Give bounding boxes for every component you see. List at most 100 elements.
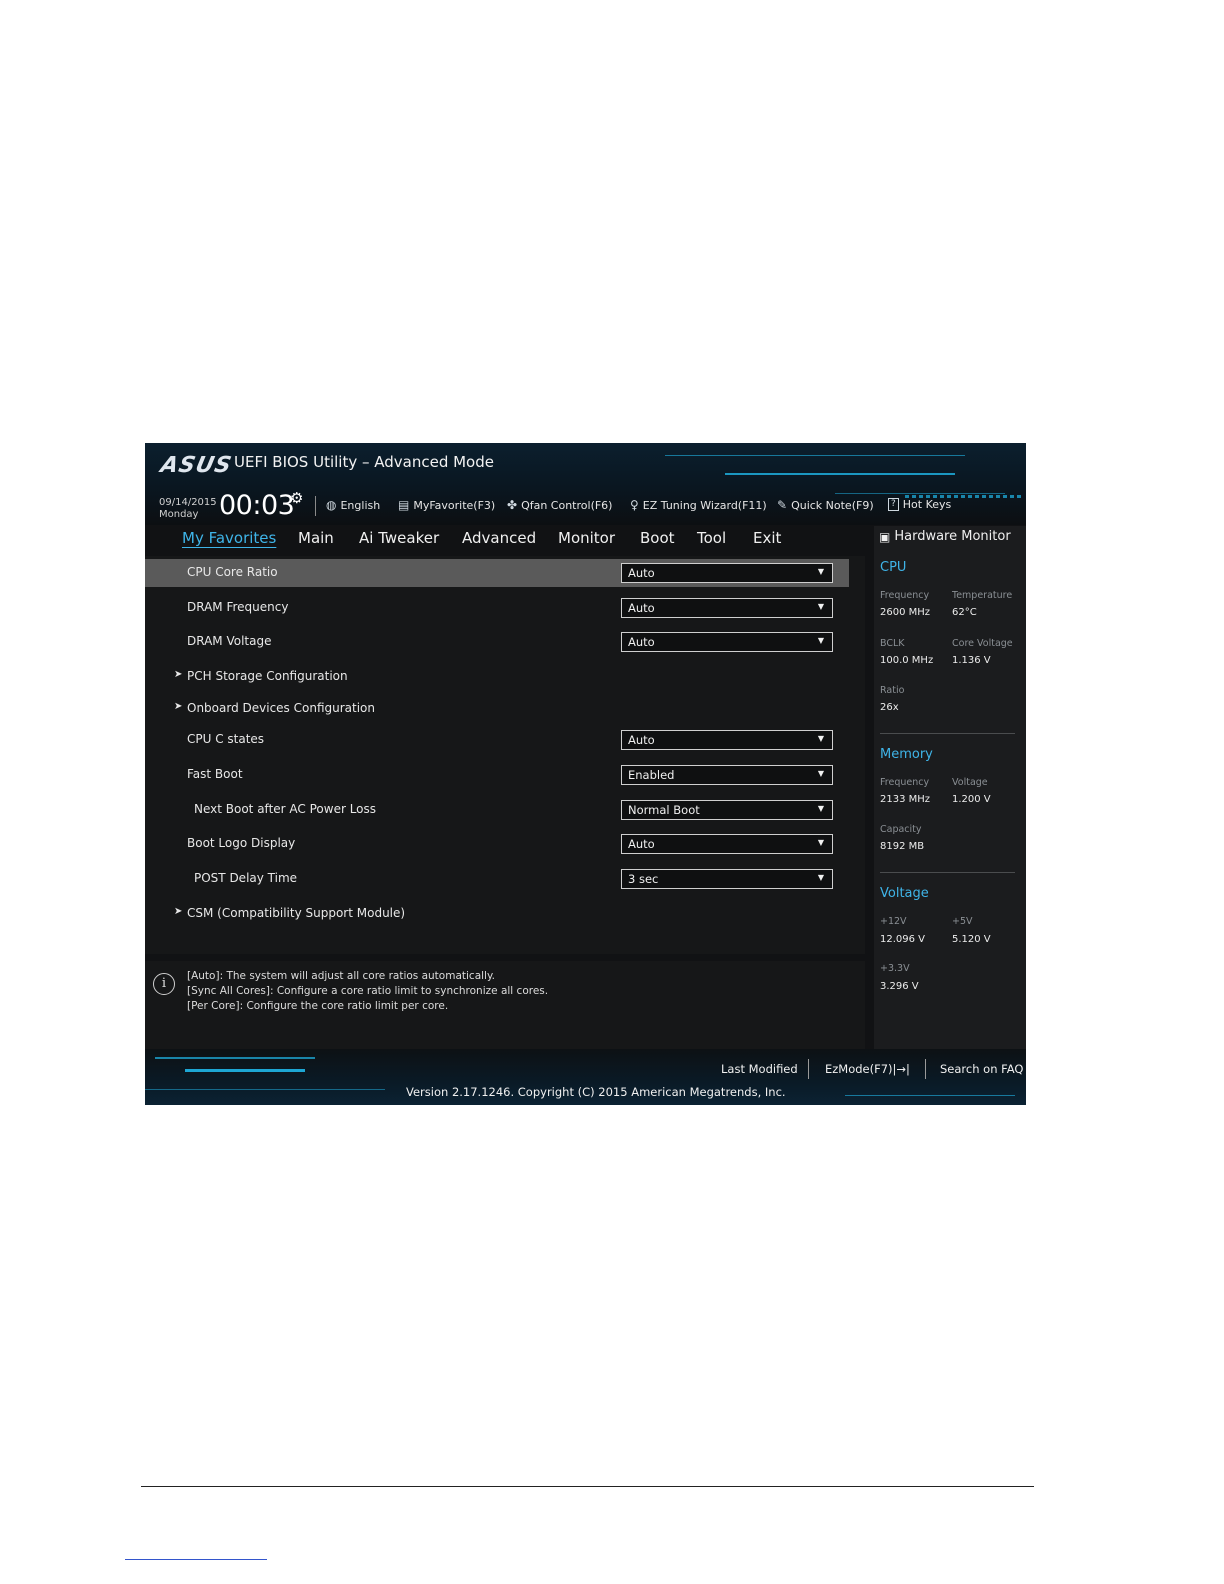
capacity-label: Capacity	[880, 824, 922, 835]
tab-boot[interactable]: Boot	[640, 529, 675, 547]
clock: 00:03	[219, 490, 295, 521]
core-voltage-label: Core Voltage	[952, 638, 1013, 649]
setting-label: Boot Logo Display	[187, 836, 296, 850]
memory-voltage-value: 1.200 V	[952, 794, 991, 805]
tab-exit[interactable]: Exit	[753, 529, 781, 547]
favorite-list-icon: ▤	[398, 498, 410, 512]
bios-window: ASUS UEFI BIOS Utility – Advanced Mode 0…	[145, 443, 1026, 1105]
hardware-monitor-header: ▣ Hardware Monitor	[879, 529, 1011, 544]
submenu-onboard-devices[interactable]: ➤ Onboard Devices Configuration	[145, 695, 849, 723]
settings-panel: CPU Core Ratio Auto ▼ DRAM Frequency Aut…	[145, 556, 865, 954]
setting-next-boot-ac-power-loss[interactable]: Next Boot after AC Power Loss Normal Boo…	[145, 796, 849, 824]
setting-label: POST Delay Time	[194, 871, 298, 885]
dropdown-value: Normal Boot	[628, 803, 700, 817]
setting-label: DRAM Voltage	[187, 634, 272, 648]
decor-line	[155, 1057, 315, 1059]
date-display: 09/14/2015 Monday	[159, 497, 217, 521]
memory-voltage-label: Voltage	[952, 777, 988, 788]
v12-value: 12.096 V	[880, 934, 926, 945]
dram-frequency-dropdown[interactable]: Auto ▼	[621, 598, 833, 618]
version-text: Version 2.17.1246. Copyright (C) 2015 Am…	[406, 1085, 786, 1099]
core-voltage-value: 1.136 V	[952, 655, 991, 666]
cpu-frequency-label: Frequency	[880, 590, 930, 601]
v12-label: +12V	[880, 916, 907, 927]
next-boot-dropdown[interactable]: Normal Boot ▼	[621, 800, 833, 820]
setting-cpu-c-states[interactable]: CPU C states Auto ▼	[145, 726, 849, 754]
asus-logo: ASUS	[158, 453, 235, 478]
dropdown-value: Auto	[628, 733, 655, 747]
decor-line	[725, 473, 955, 475]
tab-monitor[interactable]: Monitor	[558, 529, 615, 547]
qfan-control-button[interactable]: ✤ Qfan Control(F6)	[507, 498, 612, 512]
tab-ai-tweaker[interactable]: Ai Tweaker	[359, 529, 439, 547]
dropdown-value: Auto	[628, 837, 655, 851]
setting-post-delay-time[interactable]: POST Delay Time 3 sec ▼	[145, 865, 849, 893]
ez-tuning-wizard-button[interactable]: ♀ EZ Tuning Wizard(F11)	[630, 498, 767, 512]
language-button[interactable]: ◍ English	[326, 498, 380, 512]
quick-note-button[interactable]: ✎ Quick Note(F9)	[777, 498, 874, 512]
setting-dram-voltage[interactable]: DRAM Voltage Auto ▼	[145, 628, 849, 656]
cpu-frequency-value: 2600 MHz	[880, 607, 931, 618]
tab-main[interactable]: Main	[298, 529, 334, 547]
memory-frequency-label: Frequency	[880, 777, 930, 788]
v5-value: 5.120 V	[952, 934, 991, 945]
submenu-pch-storage[interactable]: ➤ PCH Storage Configuration	[145, 663, 849, 691]
submenu-csm[interactable]: ➤ CSM (Compatibility Support Module)	[145, 900, 849, 928]
ezmode-button[interactable]: EzMode(F7)|→|	[825, 1062, 910, 1076]
fast-boot-dropdown[interactable]: Enabled ▼	[621, 765, 833, 785]
tab-my-favorites[interactable]: My Favorites	[182, 529, 276, 547]
myfavorite-button[interactable]: ▤ MyFavorite(F3)	[398, 498, 495, 512]
language-label: English	[340, 498, 381, 512]
chevron-down-icon: ▼	[817, 567, 824, 576]
capacity-value: 8192 MB	[880, 841, 925, 852]
post-delay-dropdown[interactable]: 3 sec ▼	[621, 869, 833, 889]
question-icon: ?	[888, 498, 899, 511]
v5-label: +5V	[952, 916, 973, 927]
hardware-monitor-title: Hardware Monitor	[894, 529, 1011, 544]
memory-section-title: Memory	[880, 747, 933, 762]
chevron-right-icon: ➤	[174, 906, 183, 917]
chevron-down-icon: ▼	[817, 838, 824, 847]
divider	[925, 1059, 926, 1079]
dropdown-value: Enabled	[628, 768, 675, 782]
cpu-core-ratio-dropdown[interactable]: Auto ▼	[621, 563, 833, 583]
gear-icon[interactable]: ⚙	[290, 489, 303, 507]
qfan-control-label: Qfan Control(F6)	[521, 498, 613, 512]
bclk-value: 100.0 MHz	[880, 655, 934, 666]
chevron-down-icon: ▼	[817, 769, 824, 778]
chevron-down-icon: ▼	[817, 873, 824, 882]
setting-fast-boot[interactable]: Fast Boot Enabled ▼	[145, 761, 849, 789]
setting-label: Next Boot after AC Power Loss	[194, 802, 377, 816]
tab-advanced[interactable]: Advanced	[462, 529, 536, 547]
submenu-label: Onboard Devices Configuration	[187, 701, 376, 715]
decor-line	[185, 1069, 305, 1072]
chevron-down-icon: ▼	[817, 636, 824, 645]
ez-tuning-wizard-label: EZ Tuning Wizard(F11)	[642, 498, 767, 512]
boot-logo-dropdown[interactable]: Auto ▼	[621, 834, 833, 854]
note-icon: ✎	[777, 498, 788, 512]
dram-voltage-dropdown[interactable]: Auto ▼	[621, 632, 833, 652]
last-modified-button[interactable]: Last Modified	[721, 1062, 798, 1076]
cpu-section-title: CPU	[880, 560, 907, 575]
lightbulb-icon: ♀	[630, 498, 639, 512]
chevron-down-icon: ▼	[817, 734, 824, 743]
tab-tool[interactable]: Tool	[697, 529, 726, 547]
help-line: [Sync All Cores]: Configure a core ratio…	[187, 985, 549, 997]
divider	[808, 1059, 809, 1079]
voltage-section-title: Voltage	[880, 886, 929, 901]
divider	[315, 496, 316, 516]
footer-bar: Last Modified EzMode(F7)|→| Search on FA…	[145, 1049, 1026, 1105]
bclk-label: BCLK	[880, 638, 905, 649]
search-faq-button[interactable]: Search on FAQ	[940, 1062, 1023, 1076]
v33-value: 3.296 V	[880, 981, 919, 992]
setting-label: Fast Boot	[187, 767, 243, 781]
hot-keys-button[interactable]: ? Hot Keys	[888, 498, 951, 511]
main-tabs: My Favorites Main Ai Tweaker Advanced Mo…	[145, 526, 865, 556]
dropdown-value: Auto	[628, 601, 655, 615]
setting-dram-frequency[interactable]: DRAM Frequency Auto ▼	[145, 594, 849, 622]
setting-cpu-core-ratio[interactable]: CPU Core Ratio Auto ▼	[145, 559, 849, 587]
setting-boot-logo-display[interactable]: Boot Logo Display Auto ▼	[145, 830, 849, 858]
cpu-c-states-dropdown[interactable]: Auto ▼	[621, 730, 833, 750]
day-text: Monday	[159, 509, 199, 520]
divider	[880, 733, 1015, 734]
